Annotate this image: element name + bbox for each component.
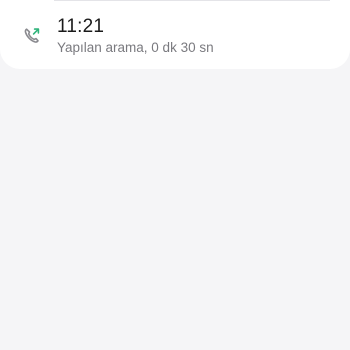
outgoing-call-icon	[22, 26, 42, 46]
call-description: Yapılan arama, 0 dk 30 sn	[57, 40, 214, 55]
call-time: 11:21	[57, 16, 105, 37]
call-log-entry[interactable]: 11:21 Yapılan arama, 0 dk 30 sn	[0, 0, 350, 69]
divider	[54, 0, 330, 1]
